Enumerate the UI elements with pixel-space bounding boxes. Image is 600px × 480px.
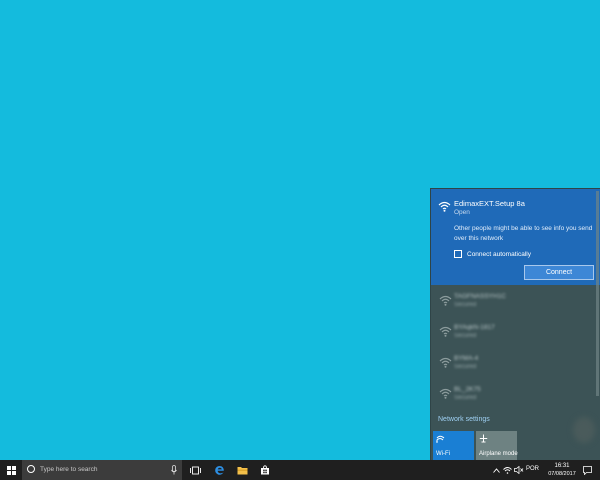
chevron-up-icon — [492, 467, 500, 473]
network-flyout: EdimaxEXT.Setup 8a Open Other people mig… — [430, 188, 600, 460]
start-button[interactable] — [0, 460, 22, 480]
taskbar-search-box[interactable]: Type here to search — [22, 460, 182, 480]
network-tray-button[interactable] — [502, 460, 513, 480]
task-view-icon — [189, 466, 201, 474]
search-placeholder: Type here to search — [40, 466, 98, 473]
network-name: TAGFNASSYH1C — [454, 293, 506, 300]
network-ssid: EdimaxEXT.Setup 8a — [454, 199, 525, 208]
blurred-avatar — [573, 417, 595, 443]
network-list-item[interactable]: BYMA-4 Secured — [431, 347, 600, 378]
input-language-indicator[interactable]: POR — [526, 466, 539, 472]
clock-time[interactable]: 16:31 — [545, 463, 579, 469]
wifi-icon — [439, 326, 452, 337]
network-list-scrollbar[interactable] — [596, 191, 599, 396]
notification-icon — [582, 465, 592, 475]
wifi-tray-icon — [503, 467, 512, 474]
selected-network[interactable]: EdimaxEXT.Setup 8a Open Other people mig… — [431, 189, 600, 285]
network-name: BL_2K75 — [454, 386, 481, 393]
network-settings-link[interactable]: Network settings — [438, 416, 490, 423]
network-list: TAGFNASSYH1C Secured BYAqkN-1817 Secured… — [431, 285, 600, 409]
network-state: Open — [454, 209, 470, 216]
file-explorer-button[interactable] — [233, 460, 251, 480]
connect-automatically-checkbox[interactable]: Connect automatically — [454, 248, 531, 260]
wifi-tile-label: Wi-Fi — [436, 451, 450, 457]
network-state: Secured — [454, 395, 477, 401]
network-list-item[interactable]: BL_2K75 Secured — [431, 378, 600, 409]
network-state: Secured — [454, 302, 477, 308]
wifi-toggle-tile[interactable]: Wi-Fi — [433, 431, 474, 460]
wifi-open-icon — [438, 201, 451, 212]
connect-automatically-label: Connect automatically — [467, 250, 531, 258]
network-state: Secured — [454, 364, 477, 370]
clock-date[interactable]: 07/08/2017 — [545, 471, 579, 477]
store-button[interactable] — [256, 460, 274, 480]
edge-browser-button[interactable] — [210, 460, 228, 480]
edge-icon — [214, 465, 224, 475]
wifi-icon — [439, 295, 452, 306]
wifi-icon — [439, 357, 452, 368]
microphone-icon[interactable] — [171, 465, 177, 475]
connect-button[interactable]: Connect — [524, 265, 594, 280]
airplane-tile-label: Airplane mode — [479, 451, 518, 457]
task-view-button[interactable] — [186, 460, 204, 480]
show-hidden-icons-button[interactable] — [491, 460, 501, 480]
airplane-icon — [479, 434, 488, 443]
cortana-icon — [27, 465, 35, 473]
network-list-item[interactable]: BYAqkN-1817 Secured — [431, 316, 600, 347]
windows-logo-icon — [6, 465, 16, 475]
action-center-button[interactable] — [580, 460, 594, 480]
wifi-icon — [436, 435, 445, 443]
wifi-icon — [439, 388, 452, 399]
security-warning: Other people might be able to see info y… — [454, 225, 593, 242]
airplane-mode-tile[interactable]: Airplane mode — [476, 431, 518, 460]
network-name: BYMA-4 — [454, 355, 479, 362]
network-state: Secured — [454, 333, 477, 339]
checkbox-box[interactable] — [454, 250, 462, 258]
network-list-item[interactable]: TAGFNASSYH1C Secured — [431, 285, 600, 316]
volume-tray-button[interactable] — [513, 460, 524, 480]
taskbar: Type here to search POR 16:31 07/08/2017 — [0, 460, 600, 480]
network-name: BYAqkN-1817 — [454, 324, 495, 331]
folder-icon — [237, 466, 247, 474]
store-bag-icon — [261, 465, 269, 475]
speaker-icon — [513, 466, 523, 474]
